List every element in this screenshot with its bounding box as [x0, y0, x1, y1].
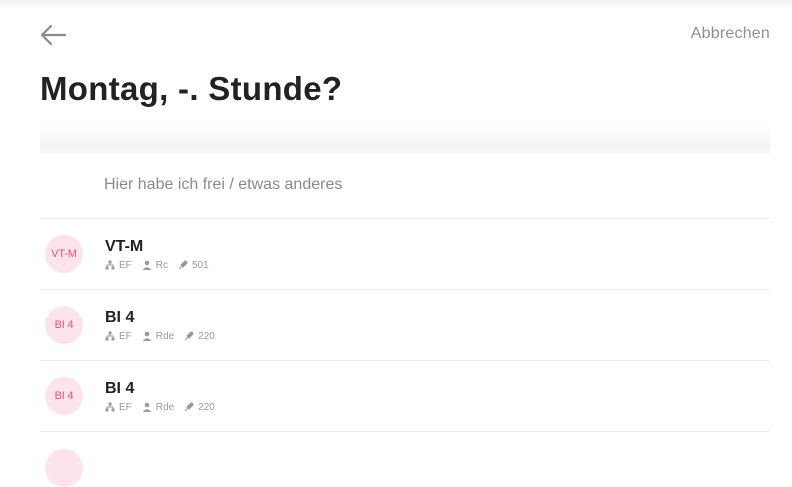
- back-button[interactable]: [38, 22, 68, 48]
- lesson-course: EF: [119, 401, 132, 413]
- lesson-teacher: Rde: [155, 330, 175, 342]
- lesson-name: BI 4: [105, 308, 135, 326]
- free-period-label: Hier habe ich frei / etwas anderes: [104, 176, 343, 193]
- course-icon: [105, 331, 115, 341]
- lesson-room: 220: [198, 401, 215, 413]
- cancel-button[interactable]: Abbrechen: [691, 25, 770, 43]
- lesson-item[interactable]: BI 4 BI 4 EF Rde 220: [40, 361, 770, 432]
- lesson-item[interactable]: VT-M VT-M EF Rc 501: [40, 219, 770, 290]
- room-icon: [178, 260, 188, 270]
- lesson-badge: BI 4: [45, 377, 83, 415]
- lesson-name: BI 4: [105, 379, 135, 397]
- room-icon: [184, 331, 194, 341]
- lesson-room: 220: [198, 330, 215, 342]
- lesson-course: EF: [119, 330, 132, 342]
- lesson-teacher: Rde: [155, 401, 175, 413]
- next-lesson-badge-partial: [45, 449, 83, 487]
- top-edge: [0, 0, 792, 8]
- lesson-list: Hier habe ich frei / etwas anderes VT-M …: [40, 152, 770, 432]
- teacher-icon: [142, 260, 151, 270]
- lesson-teacher: Rc: [155, 259, 169, 271]
- lesson-name: VT-M: [105, 237, 144, 255]
- lesson-badge: BI 4: [45, 306, 83, 344]
- teacher-icon: [142, 402, 151, 412]
- room-icon: [184, 402, 194, 412]
- back-arrow-icon: [40, 24, 67, 46]
- page-title: Montag, -. Stunde?: [40, 70, 343, 107]
- lesson-badge: VT-M: [45, 235, 83, 273]
- divider-shadow: [40, 124, 770, 154]
- course-icon: [105, 402, 115, 412]
- lesson-course: EF: [119, 259, 132, 271]
- lesson-item[interactable]: BI 4 BI 4 EF Rde 220: [40, 290, 770, 361]
- free-period-option[interactable]: Hier habe ich frei / etwas anderes: [40, 152, 770, 219]
- lesson-room: 501: [192, 259, 209, 271]
- teacher-icon: [142, 331, 151, 341]
- course-icon: [105, 260, 115, 270]
